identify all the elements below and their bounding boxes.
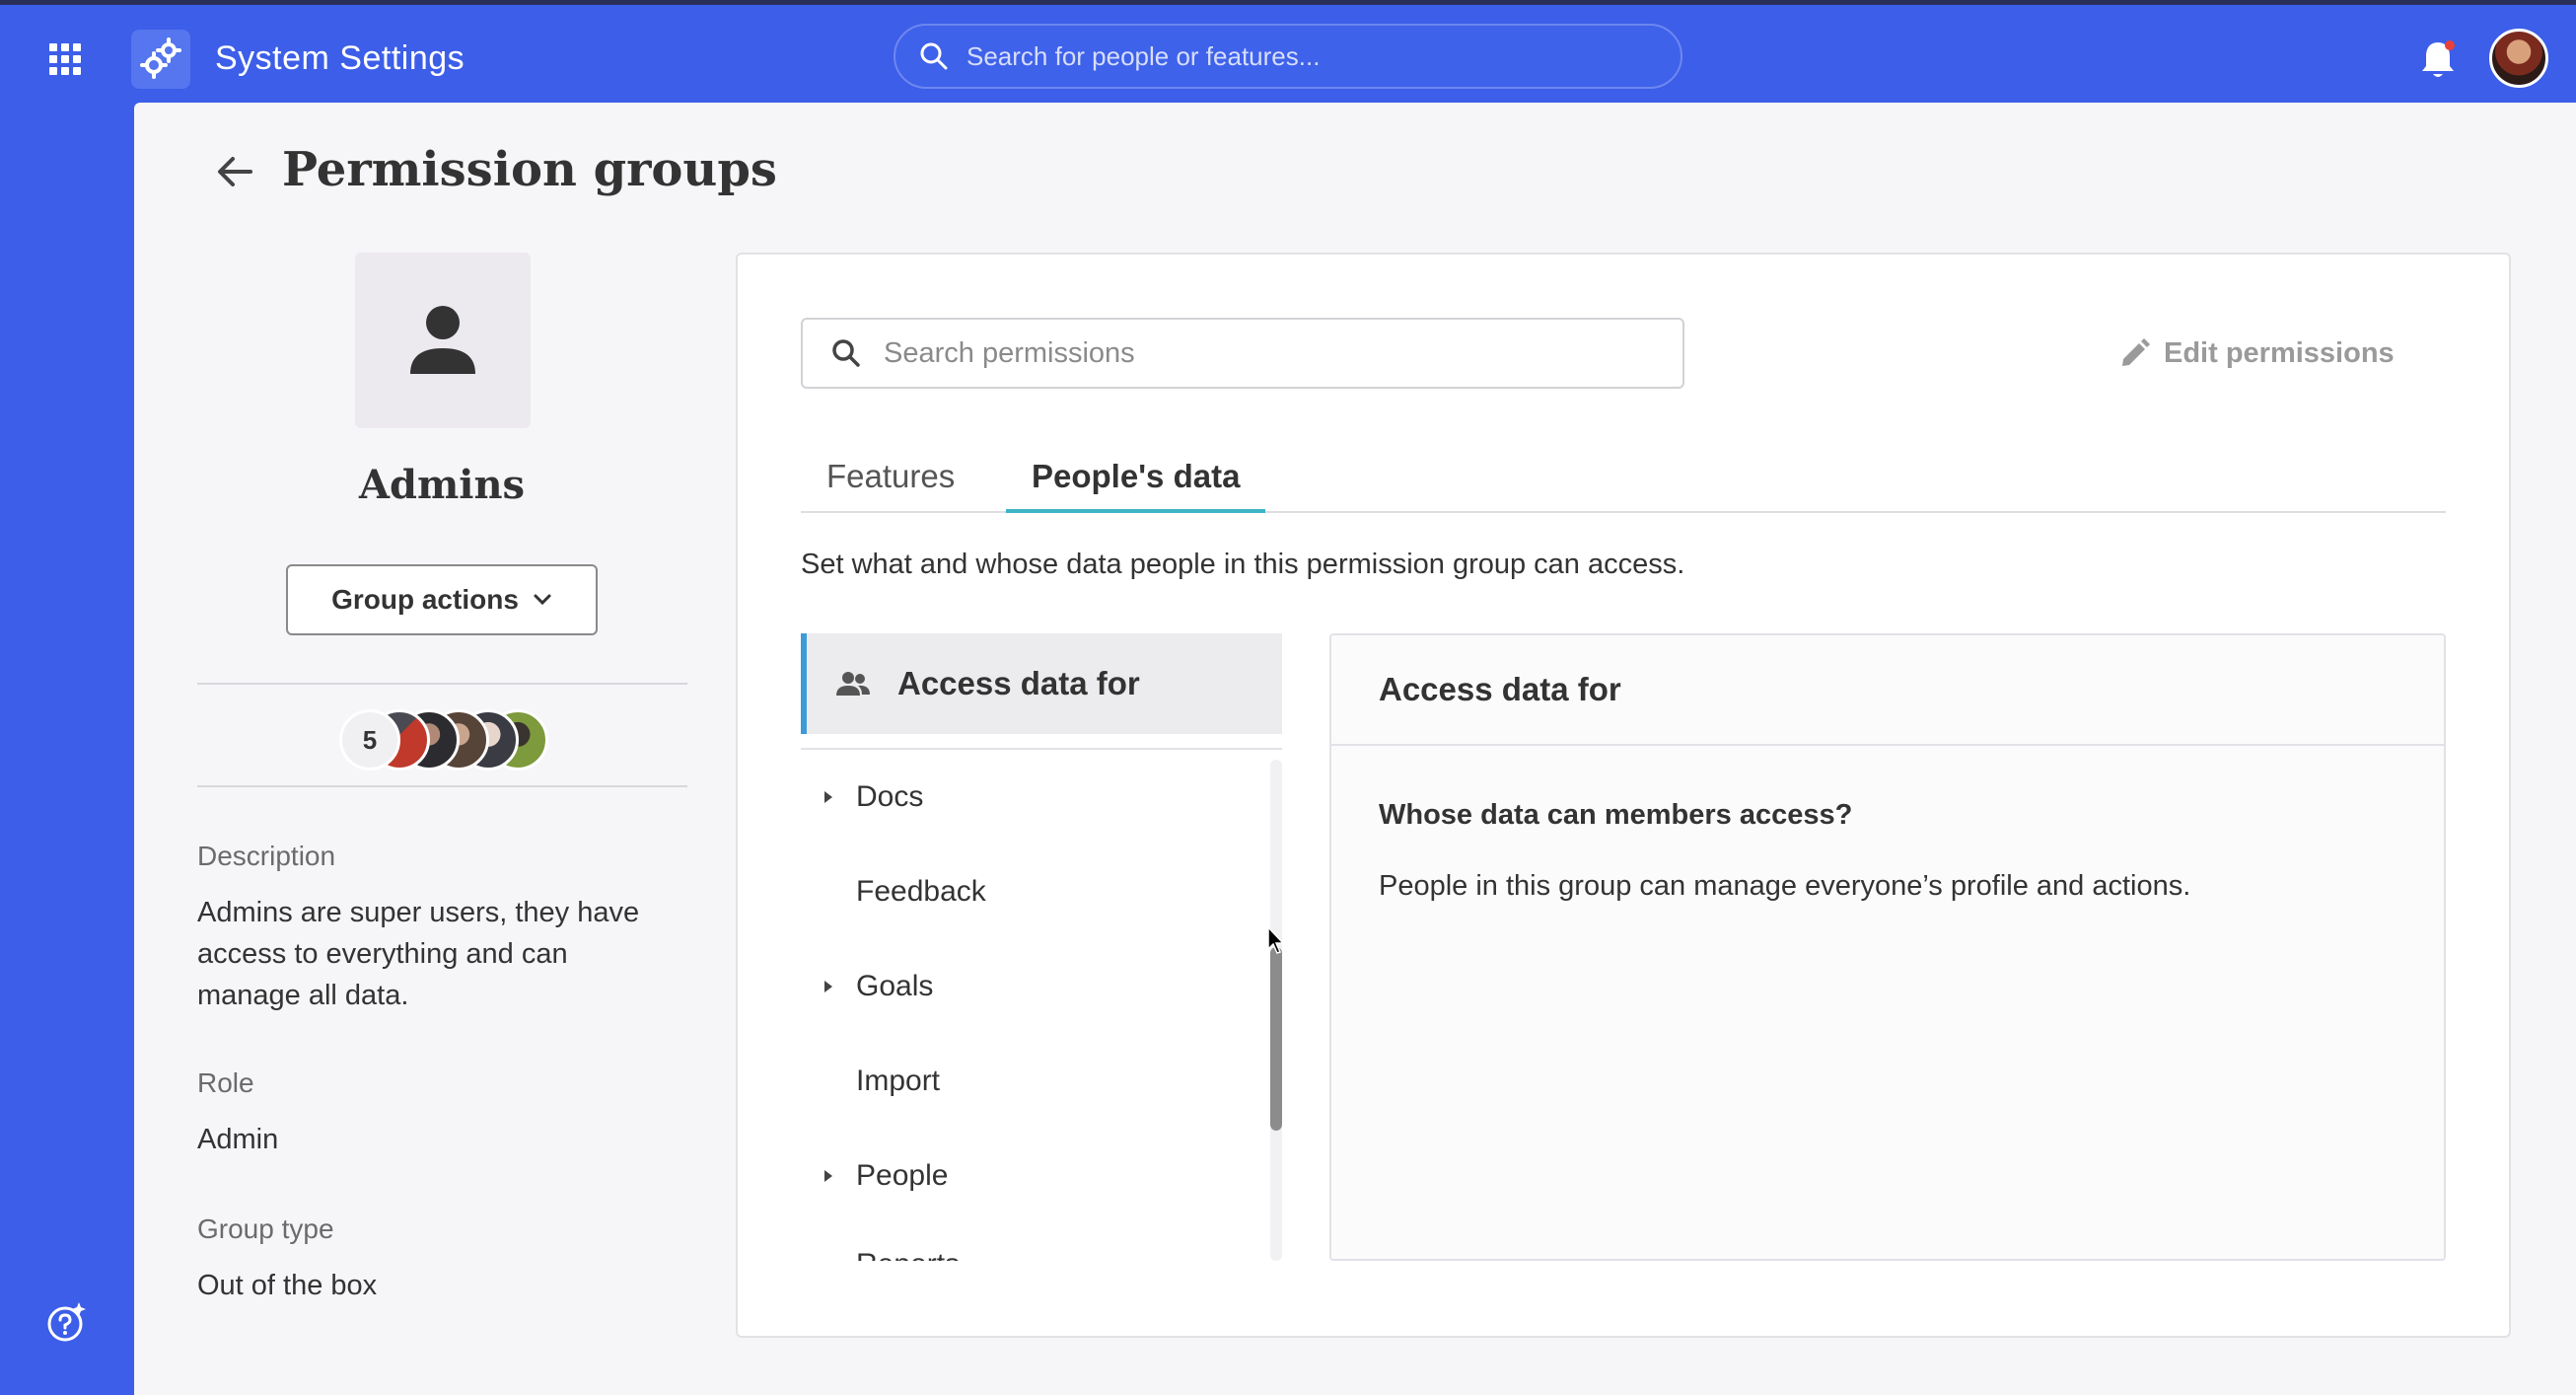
group-avatar xyxy=(355,253,531,428)
category-access-data-for[interactable]: Access data for xyxy=(801,633,1282,734)
bell-icon[interactable] xyxy=(2418,38,2458,82)
category-item-docs[interactable]: Docs xyxy=(801,768,1264,827)
apps-grid-icon[interactable] xyxy=(47,41,83,77)
category-item-label: Reports xyxy=(856,1248,960,1261)
permission-search[interactable] xyxy=(801,318,1684,389)
permission-detail-panel: Access data for Whose data can members a… xyxy=(1329,633,2446,1261)
tab-peoples-data[interactable]: People's data xyxy=(1006,452,1266,513)
people-icon xyxy=(836,672,870,696)
pencil-icon xyxy=(2122,337,2150,366)
user-avatar[interactable] xyxy=(2489,29,2548,88)
permission-tabs: Features People's data xyxy=(801,452,2446,513)
category-label: Access data for xyxy=(897,665,1140,701)
global-search[interactable] xyxy=(894,24,1682,89)
divider xyxy=(197,683,687,685)
group-name: Admins xyxy=(358,462,526,508)
mouse-cursor-icon xyxy=(1267,925,1285,954)
role-label: Role xyxy=(197,1067,254,1098)
category-list: Docs Feedback Goals Import People xyxy=(801,758,1282,1261)
main-content: Permission groups Admins Group actions 5… xyxy=(134,103,2576,1395)
divider xyxy=(801,748,1282,750)
category-scrollbar-thumb[interactable] xyxy=(1270,947,1282,1131)
global-search-input[interactable] xyxy=(966,40,1637,72)
app-logo xyxy=(131,30,190,89)
description-text: Admins are super users, they have access… xyxy=(197,897,640,1011)
tab-features[interactable]: Features xyxy=(801,452,980,513)
page-title: Permission groups xyxy=(282,142,777,197)
tab-description: Set what and whose data people in this p… xyxy=(801,549,1685,580)
category-item-label: Feedback xyxy=(856,875,986,908)
description-label: Description xyxy=(197,841,336,871)
member-count: 5 xyxy=(339,709,400,771)
category-item-reports[interactable]: Reports xyxy=(801,1235,1264,1261)
role-value: Admin xyxy=(197,1124,279,1155)
divider xyxy=(197,785,687,787)
edit-permissions-label: Edit permissions xyxy=(2164,337,2395,369)
group-actions-button[interactable]: Group actions xyxy=(286,564,598,635)
category-item-label: People xyxy=(856,1159,949,1192)
search-icon xyxy=(920,42,948,70)
group-type-label: Group type xyxy=(197,1213,334,1244)
group-actions-label: Group actions xyxy=(331,584,519,615)
help-sparkle-icon[interactable] xyxy=(43,1300,87,1344)
caret-right-icon xyxy=(824,791,832,803)
person-icon xyxy=(410,306,475,374)
member-avatars[interactable]: 5 xyxy=(339,704,548,775)
category-item-goals[interactable]: Goals xyxy=(801,957,1264,1016)
permission-search-input[interactable] xyxy=(884,336,1673,370)
detail-question: Whose data can members access? xyxy=(1379,799,1853,831)
category-item-feedback[interactable]: Feedback xyxy=(801,862,1264,921)
caret-right-icon xyxy=(824,1170,832,1182)
edit-permissions-button[interactable]: Edit permissions xyxy=(2118,337,2395,370)
caret-right-icon xyxy=(824,981,832,992)
search-icon xyxy=(832,339,860,367)
category-item-import[interactable]: Import xyxy=(801,1052,1264,1111)
chevron-down-icon xyxy=(534,594,551,606)
category-item-label: Goals xyxy=(856,970,934,1002)
detail-title: Access data for xyxy=(1331,635,2444,746)
app-frame: System Settings Permission groups xyxy=(0,0,2576,1395)
settings-gears-icon xyxy=(140,37,181,79)
category-item-label: Docs xyxy=(856,780,924,813)
top-bar: System Settings xyxy=(0,0,2576,103)
back-arrow-icon[interactable] xyxy=(213,150,256,193)
permissions-card: Edit permissions Features People's data … xyxy=(736,253,2511,1338)
app-title: System Settings xyxy=(215,39,465,77)
category-item-label: Import xyxy=(856,1065,941,1097)
group-type-value: Out of the box xyxy=(197,1270,378,1301)
detail-answer: People in this group can manage everyone… xyxy=(1379,870,2191,902)
category-item-people[interactable]: People xyxy=(801,1146,1264,1206)
